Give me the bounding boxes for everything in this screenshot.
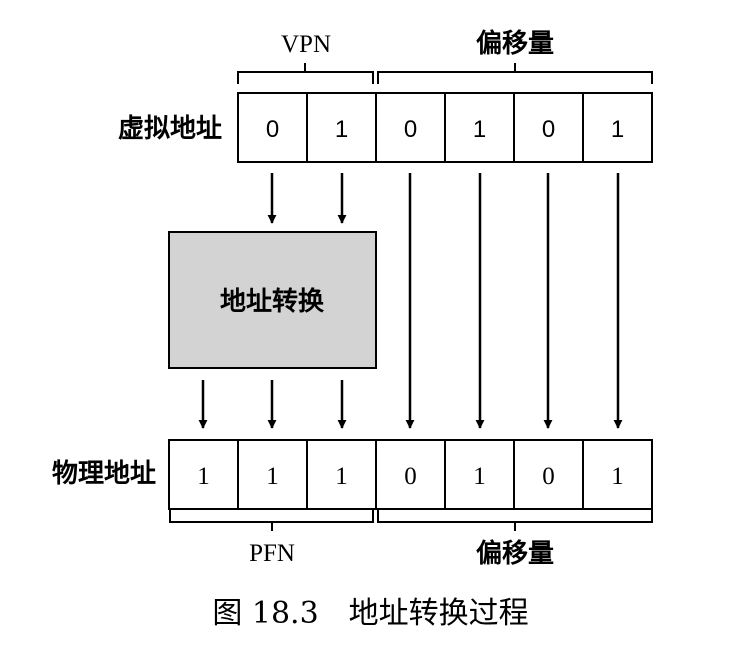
physical-bit-value: 1	[473, 463, 486, 490]
vpn-bracket	[237, 63, 374, 84]
virtual-bit-value: 0	[266, 116, 279, 143]
figure-caption: 图 18.3 地址转换过程	[212, 596, 529, 631]
virtual-bit-value: 1	[611, 116, 624, 143]
pfn-label: PFN	[249, 540, 295, 567]
virtual-bit-value: 0	[542, 116, 555, 143]
virtual-bit-value: 0	[404, 116, 417, 143]
physical-address-label: 物理地址	[52, 459, 156, 489]
physical-address-row: 1 1 1 0 1 0 1	[168, 439, 653, 510]
physical-bit-value: 0	[542, 463, 555, 490]
address-translation-diagram: VPN 偏移量 虚拟地址 0 1 0 1 0 1 地址转换 物理地址 1 1 1 0 1 0 1 PF…	[52, 28, 653, 569]
offset-label-bottom: 偏移量	[476, 538, 554, 569]
address-translation-label: 地址转换	[220, 287, 325, 317]
physical-bit-value: 1	[266, 463, 279, 490]
pfn-bracket	[169, 510, 374, 531]
vpn-label: VPN	[281, 31, 331, 58]
virtual-bit-value: 1	[473, 116, 486, 143]
physical-bit-value: 1	[611, 463, 624, 490]
virtual-address-label: 虚拟地址	[118, 114, 222, 144]
offset-bracket-top	[377, 63, 653, 84]
offset-label-top: 偏移量	[476, 28, 554, 59]
physical-bit-value: 1	[197, 463, 210, 490]
physical-bit-value: 0	[404, 463, 417, 490]
virtual-address-row: 0 1 0 1 0 1	[237, 92, 653, 163]
virtual-bit-value: 1	[335, 116, 348, 143]
physical-bit-value: 1	[335, 463, 348, 490]
offset-bracket-bottom	[377, 510, 653, 531]
